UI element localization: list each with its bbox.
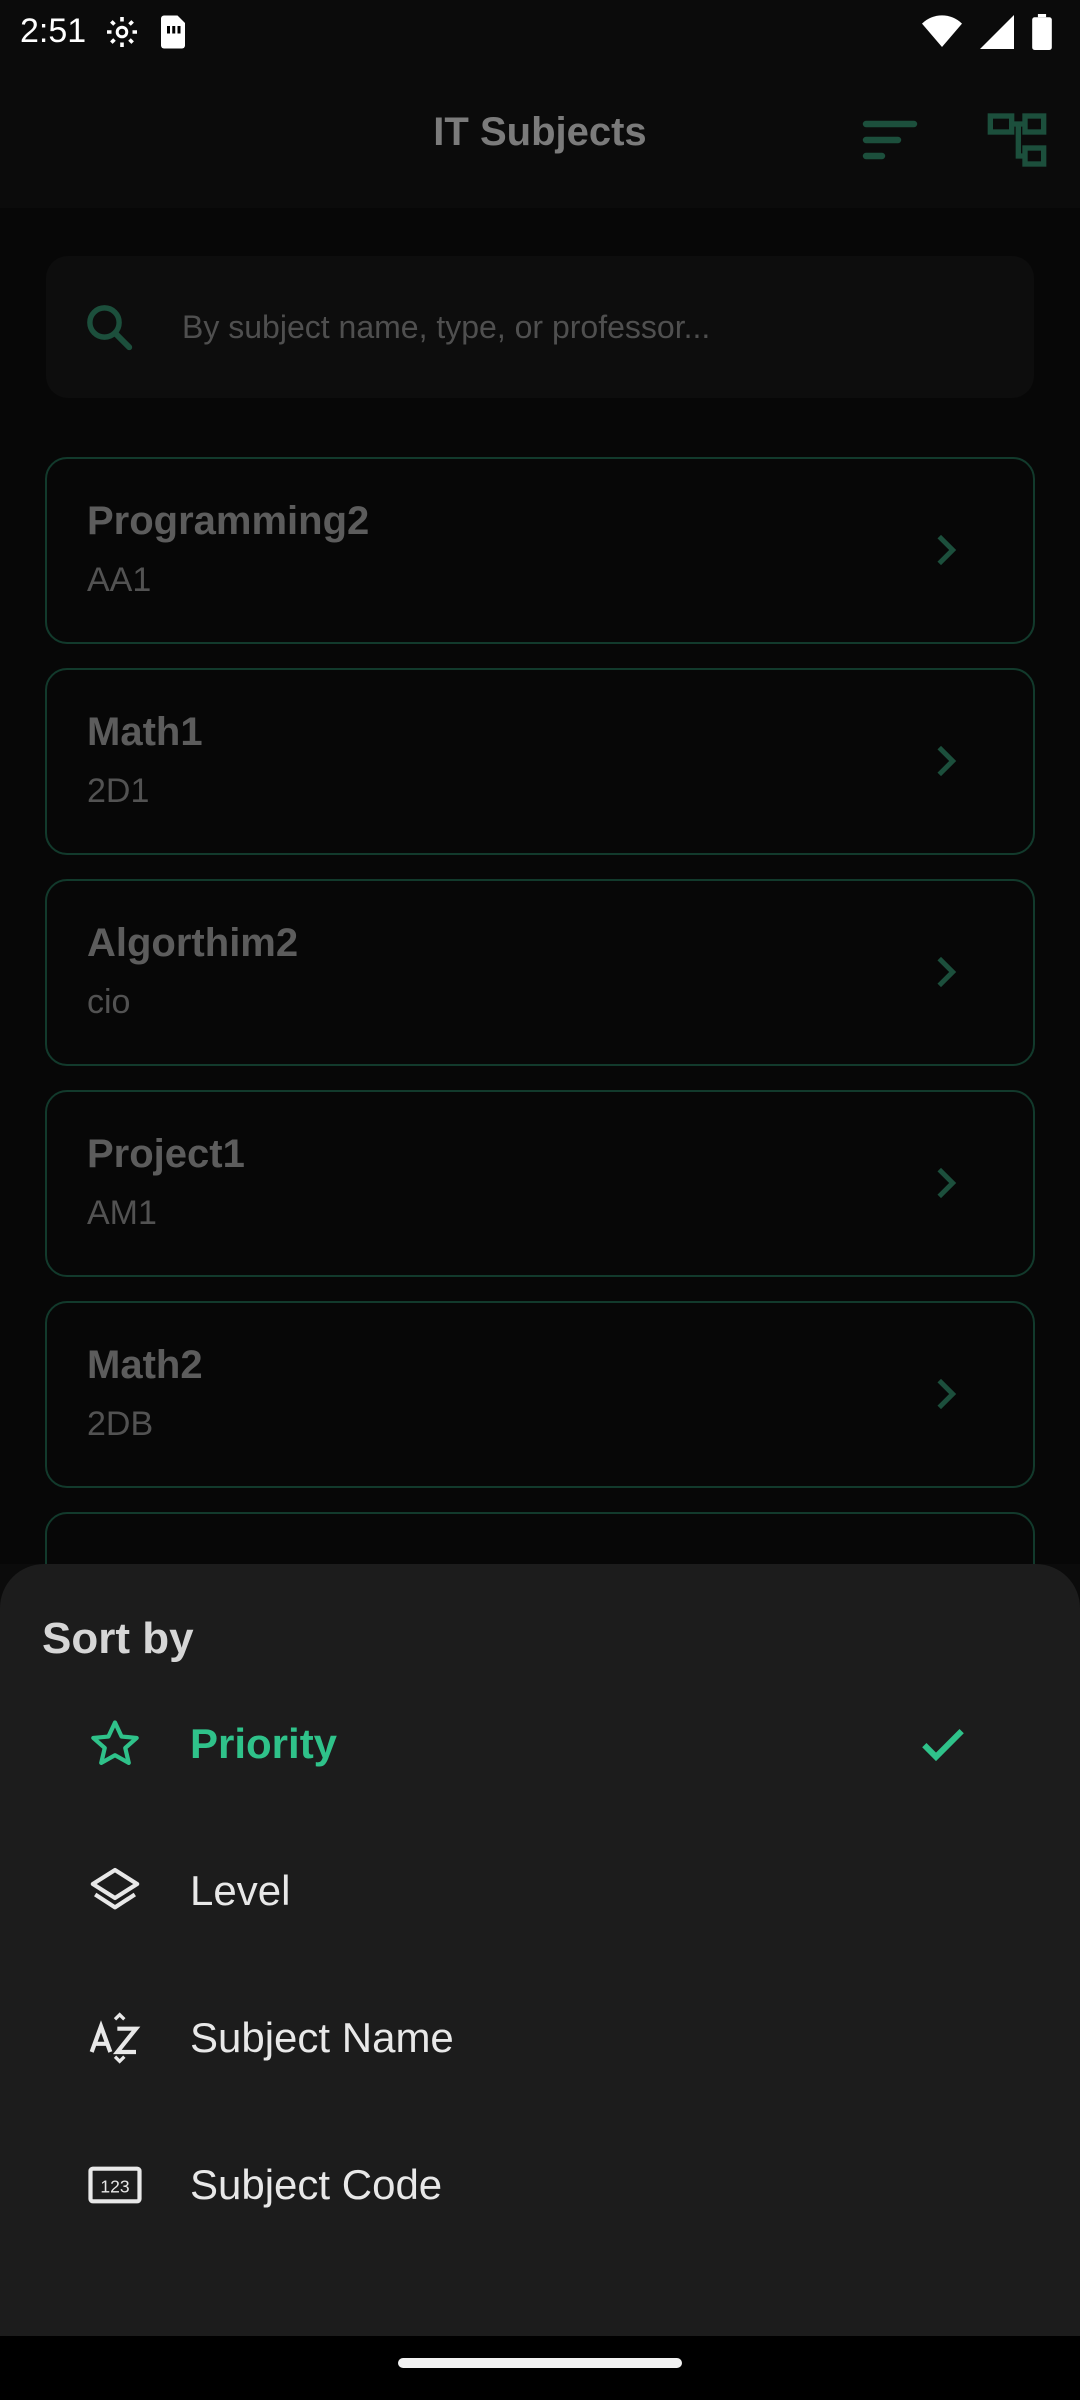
navigation-bar bbox=[0, 2336, 1080, 2400]
subject-name: Math1 bbox=[87, 710, 203, 754]
sort-icon bbox=[862, 120, 918, 160]
subject-code: AA1 bbox=[87, 561, 152, 599]
hierarchy-icon bbox=[987, 113, 1047, 167]
subject-card[interactable]: Programming2 AA1 bbox=[45, 457, 1035, 644]
chevron-right-icon bbox=[937, 956, 957, 988]
subject-code: cio bbox=[87, 983, 131, 1021]
subject-code: 2D1 bbox=[87, 772, 150, 810]
cellular-signal-icon bbox=[980, 15, 1014, 58]
svg-text:123: 123 bbox=[100, 2176, 129, 2196]
sort-option-subject-name[interactable]: Subject Name bbox=[0, 1968, 1080, 2108]
sort-alpha-icon bbox=[89, 2012, 141, 2064]
sim-card-icon bbox=[158, 14, 188, 59]
subject-code: AM1 bbox=[87, 1194, 157, 1232]
status-time: 2:51 bbox=[20, 12, 87, 50]
sort-option-subject-code[interactable]: 123 Subject Code bbox=[0, 2115, 1080, 2255]
subject-card[interactable]: Project1 AM1 bbox=[45, 1090, 1035, 1277]
status-icons-left bbox=[104, 14, 188, 59]
numbers-icon: 123 bbox=[88, 2166, 142, 2204]
status-bar: 2:51 bbox=[0, 0, 1080, 64]
check-icon bbox=[922, 1729, 964, 1762]
subject-name: Programming2 bbox=[87, 499, 370, 543]
subject-card[interactable]: Math2 2DB bbox=[45, 1301, 1035, 1488]
app-bar: IT Subjects bbox=[0, 64, 1080, 208]
sort-button[interactable] bbox=[858, 108, 922, 172]
search-icon bbox=[87, 305, 133, 351]
sort-option-label: Priority bbox=[190, 1720, 338, 1767]
status-icons-right bbox=[922, 14, 1052, 59]
search-placeholder: By subject name, type, or professor... bbox=[182, 309, 711, 345]
wifi-icon bbox=[922, 15, 962, 58]
sort-option-priority[interactable]: Priority bbox=[0, 1674, 1080, 1814]
subject-card[interactable]: Math1 2D1 bbox=[45, 668, 1035, 855]
sort-option-level[interactable]: Level bbox=[0, 1821, 1080, 1961]
star-icon bbox=[91, 1720, 139, 1765]
hierarchy-view-button[interactable] bbox=[985, 108, 1049, 172]
chevron-right-icon bbox=[937, 1378, 957, 1410]
chevron-right-icon bbox=[937, 534, 957, 566]
layers-icon bbox=[90, 1867, 140, 1910]
subject-name: Math2 bbox=[87, 1343, 203, 1387]
battery-icon bbox=[1032, 14, 1052, 59]
settings-icon bbox=[104, 14, 140, 59]
sheet-title: Sort by bbox=[42, 1614, 194, 1663]
sort-option-label: Subject Name bbox=[190, 2014, 454, 2061]
subject-card[interactable]: Algorthim2 cio bbox=[45, 879, 1035, 1066]
search-input[interactable]: By subject name, type, or professor... bbox=[46, 256, 1034, 398]
subject-name: Algorthim2 bbox=[87, 921, 299, 965]
chevron-right-icon bbox=[937, 1167, 957, 1199]
sort-bottom-sheet: Sort by Priority Level Subject Name 123 … bbox=[0, 1564, 1080, 2336]
chevron-right-icon bbox=[937, 745, 957, 777]
sort-option-label: Level bbox=[190, 1867, 291, 1914]
home-indicator[interactable] bbox=[398, 2358, 682, 2368]
subject-name: Project1 bbox=[87, 1132, 245, 1176]
sort-option-label: Subject Code bbox=[190, 2161, 443, 2208]
subject-code: 2DB bbox=[87, 1405, 154, 1443]
